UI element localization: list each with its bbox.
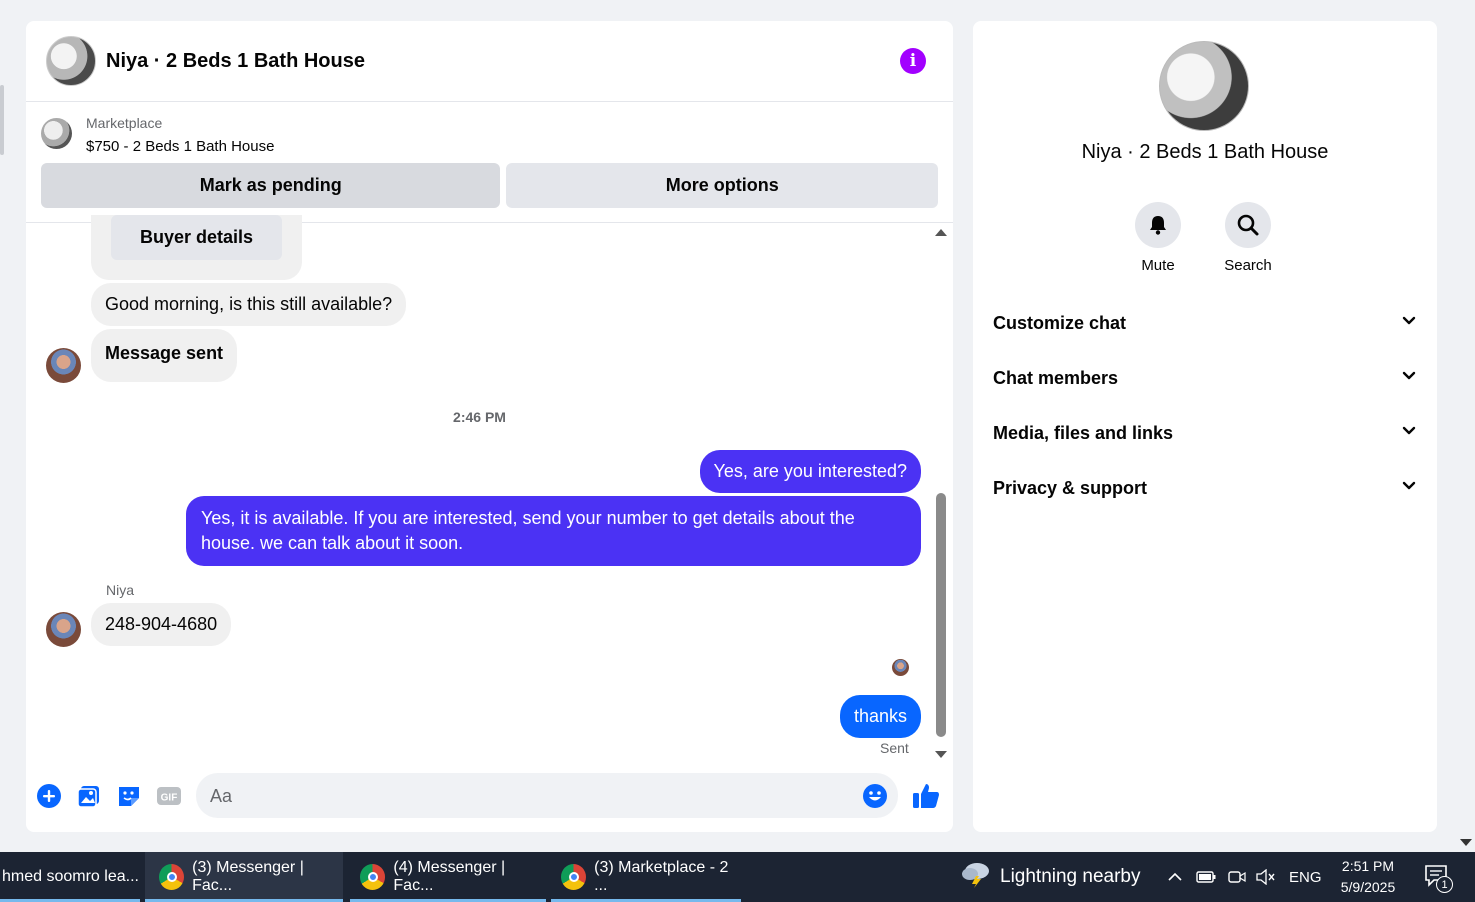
mute-label: Mute	[1141, 257, 1175, 274]
notification-count-badge: 1	[1436, 876, 1453, 893]
chevron-down-icon	[1401, 423, 1417, 444]
section-chat-members[interactable]: Chat members	[993, 358, 1417, 398]
section-media-files-links[interactable]: Media, files and links	[993, 413, 1417, 453]
mark-as-pending-button[interactable]: Mark as pending	[41, 163, 501, 208]
weather-label: Lightning nearby	[1000, 866, 1141, 887]
taskbar-app-label: (3) Messenger | Fac...	[192, 859, 304, 894]
outgoing-message[interactable]: Yes, it is available. If you are interes…	[186, 496, 921, 566]
system-clock[interactable]: 2:51 PM 5/9/2025	[1330, 856, 1406, 898]
info-icon[interactable]: i	[900, 48, 926, 74]
chat-header: Niya · 2 Beds 1 Bath House i	[26, 21, 953, 102]
taskbar-app-label: hmed soomro lea...	[2, 868, 139, 885]
plus-icon[interactable]	[36, 783, 62, 809]
incoming-message[interactable]: Message sent	[91, 329, 238, 382]
search-button[interactable]: Search	[1208, 202, 1288, 274]
message-input[interactable]	[210, 782, 850, 810]
message-list: Buyer details Good morning, is this stil…	[26, 215, 953, 763]
search-icon[interactable]	[1225, 202, 1271, 248]
outgoing-message[interactable]: thanks	[839, 695, 921, 738]
camera-icon[interactable]	[1228, 852, 1246, 902]
section-customize-chat[interactable]: Customize chat	[993, 303, 1417, 343]
taskbar-app-3[interactable]: (4) Messenger | Fac...	[350, 852, 546, 902]
taskbar-app-label: (3) Marketplace - 2 ...	[594, 859, 729, 894]
chrome-icon	[360, 864, 386, 890]
sticker-icon[interactable]	[116, 783, 142, 809]
scroll-up-arrow-icon[interactable]	[935, 229, 947, 236]
buyer-details-card: Buyer details	[91, 215, 302, 280]
section-label: Privacy & support	[993, 477, 1148, 498]
message-timestamp: 2:46 PM	[453, 409, 506, 425]
photo-icon[interactable]	[76, 783, 102, 809]
chat-panel: Niya · 2 Beds 1 Bath House i Marketplace…	[26, 21, 953, 832]
search-label: Search	[1224, 257, 1272, 274]
taskbar-app-2[interactable]: (3) Messenger | Fac...	[145, 852, 343, 902]
message-input-box	[196, 773, 898, 818]
language-indicator[interactable]: ENG	[1289, 852, 1322, 902]
incoming-message[interactable]: Good morning, is this still available?	[91, 283, 407, 326]
page-scroll-down-icon[interactable]	[1460, 839, 1472, 846]
emoji-icon[interactable]	[862, 783, 888, 809]
notification-center-icon[interactable]: 1	[1424, 852, 1454, 902]
taskbar-app-1[interactable]: hmed soomro lea...	[0, 852, 140, 902]
bell-icon[interactable]	[1135, 202, 1181, 248]
chevron-down-icon	[1401, 368, 1417, 389]
section-label: Customize chat	[993, 312, 1127, 333]
left-scrollbar[interactable]	[0, 0, 8, 852]
taskbar-app-label: (4) Messenger | Fac...	[393, 859, 506, 894]
buyer-details-button[interactable]: Buyer details	[111, 215, 282, 260]
chevron-down-icon	[1401, 478, 1417, 499]
messages-scrollbar[interactable]	[933, 223, 947, 758]
listing-avatar[interactable]	[46, 36, 96, 86]
incoming-message[interactable]: 248-904-4680	[91, 603, 232, 646]
svg-text:GIF: GIF	[161, 793, 178, 804]
message-status: Sent	[880, 740, 909, 756]
section-label: Media, files and links	[993, 422, 1174, 443]
sender-avatar[interactable]	[46, 348, 81, 383]
section-privacy-support[interactable]: Privacy & support	[993, 468, 1417, 508]
message-composer: GIF	[26, 773, 953, 818]
volume-muted-icon[interactable]	[1256, 852, 1276, 902]
chat-title[interactable]: Niya · 2 Beds 1 Bath House	[106, 50, 365, 73]
show-hidden-icons-chevron-icon[interactable]	[1166, 852, 1184, 902]
left-scrollbar-thumb[interactable]	[0, 85, 4, 155]
messages-scrollbar-thumb[interactable]	[936, 493, 946, 737]
mute-button[interactable]: Mute	[1118, 202, 1198, 274]
sender-avatar[interactable]	[46, 612, 81, 647]
chrome-icon	[561, 864, 587, 890]
battery-icon[interactable]	[1196, 852, 1216, 902]
conversation-avatar[interactable]	[1159, 41, 1249, 131]
page-scrollbar[interactable]	[1457, 0, 1475, 852]
section-label: Chat members	[993, 367, 1119, 388]
seen-indicator-avatar	[892, 659, 909, 676]
listing-thumbnail[interactable]	[41, 118, 72, 149]
clock-date: 5/9/2025	[1340, 879, 1396, 895]
gif-icon[interactable]: GIF	[156, 783, 182, 809]
scroll-down-arrow-icon[interactable]	[935, 751, 947, 758]
conversation-title: Niya · 2 Beds 1 Bath House	[1081, 141, 1329, 163]
outgoing-message[interactable]: Yes, are you interested?	[699, 450, 921, 493]
windows-taskbar: hmed soomro lea... (3) Messenger | Fac..…	[0, 852, 1475, 902]
weather-widget[interactable]: Lightning nearby	[960, 852, 1141, 902]
more-options-button[interactable]: More options	[506, 163, 938, 208]
storm-cloud-icon	[960, 860, 992, 894]
thumbs-up-icon[interactable]	[911, 781, 941, 811]
taskbar-app-4[interactable]: (3) Marketplace - 2 ...	[551, 852, 741, 902]
conversation-info-panel: Niya · 2 Beds 1 Bath House Mute Search C…	[973, 21, 1437, 832]
clock-time: 2:51 PM	[1341, 858, 1395, 874]
chrome-icon	[159, 864, 185, 890]
listing-price-title[interactable]: $750 - 2 Beds 1 Bath House	[86, 134, 274, 160]
sender-name: Niya	[106, 582, 135, 598]
marketplace-label: Marketplace	[86, 115, 163, 131]
chevron-down-icon	[1401, 313, 1417, 334]
